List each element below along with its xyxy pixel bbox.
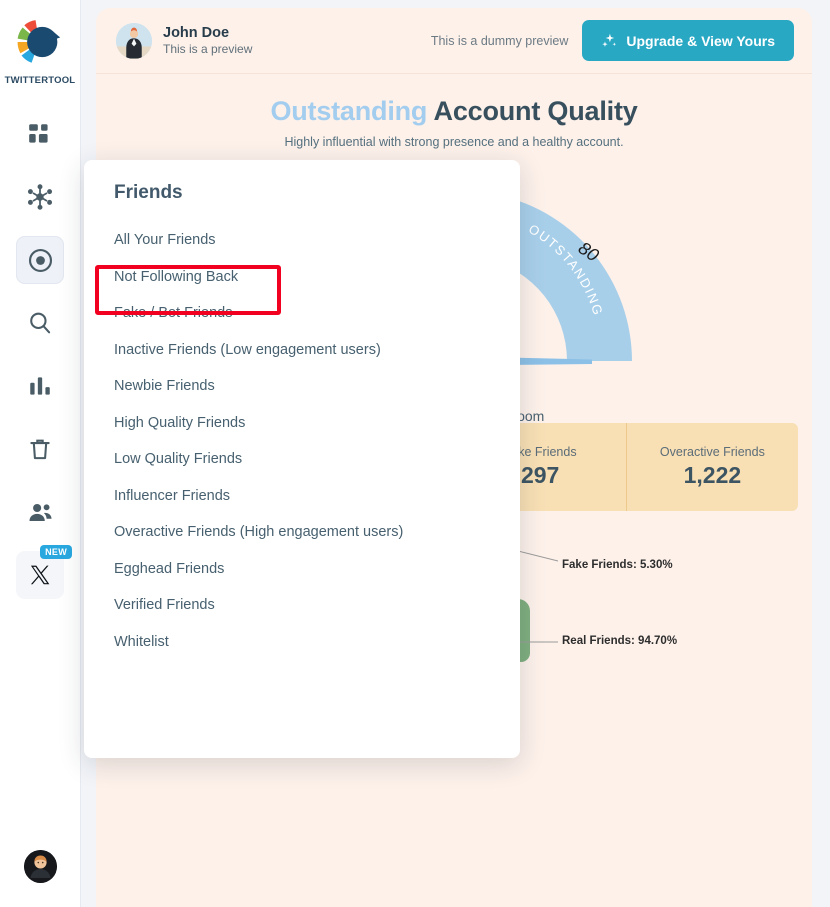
dropdown-item-influencer-friends[interactable]: Influencer Friends [114,478,520,515]
stat-label: Overactive Friends [659,445,765,459]
upgrade-and-view-yours-button[interactable]: Upgrade & View Yours [582,20,794,61]
stat-value: 297 [520,462,560,488]
network-nodes-icon [27,184,53,210]
preview-header: John Doe This is a preview This is a dum… [96,8,812,74]
dropdown-item-high-quality-friends[interactable]: High Quality Friends [114,405,520,442]
preview-avatar-image [116,22,152,59]
sidebar-item-account-quality[interactable] [16,236,64,284]
friends-dropdown-panel: Friends All Your Friends Not Following B… [84,160,520,758]
dropdown-item-verified-friends[interactable]: Verified Friends [114,587,520,624]
sparkles-icon [602,33,617,47]
dropdown-item-inactive-friends[interactable]: Inactive Friends (Low engagement users) [114,332,520,369]
page-subtitle: Highly influential with strong presence … [284,135,624,149]
fake-friends-annotation: Fake Friends: 5.30% [562,559,673,571]
page-title: Outstanding Account Quality [96,96,812,127]
preview-user-meta: John Doe This is a preview [163,24,252,58]
dropdown-item-egghead-friends[interactable]: Egghead Friends [114,551,520,588]
page-title-rest: Account Quality [433,96,638,126]
real-friends-annotation: Real Friends: 94.70% [562,635,678,647]
brand[interactable]: TWITTERTOOL [5,14,76,86]
dropdown-item-whitelist[interactable]: Whitelist [114,624,520,661]
target-circle-icon [28,248,52,272]
new-badge: NEW [40,545,72,559]
hero-title-block: Outstanding Account Quality Highly influ… [96,74,812,149]
avatar-image [24,850,57,883]
dropdown-title: Friends [114,182,183,203]
stat-card-overactive-friends: Overactive Friends 1,222 [627,423,798,511]
preview-avatar [116,22,152,59]
sidebar-nav: NEW [0,110,80,614]
dropdown-item-low-quality-friends[interactable]: Low Quality Friends [114,441,520,478]
sidebar-item-dashboard[interactable] [16,110,64,158]
search-icon [30,312,51,334]
page-title-highlight: Outstanding [270,96,428,126]
sidebar-item-search[interactable] [16,299,64,347]
brand-name: TWITTERTOOL [4,75,76,86]
dropdown-item-not-following-back[interactable]: Not Following Back [114,259,520,296]
dropdown-item-newbie-friends[interactable]: Newbie Friends [114,368,520,405]
sidebar-item-network[interactable] [16,173,64,221]
sidebar-item-delete[interactable] [16,425,64,473]
preview-user-sub: This is a preview [163,41,253,56]
sidebar-item-users[interactable] [16,488,64,536]
dropdown-item-fake-bot-friends[interactable]: Fake / Bot Friends [114,295,520,332]
users-icon [28,503,52,521]
dropdown-item-all-your-friends[interactable]: All Your Friends [114,222,520,259]
dashboard-grid-icon [29,124,48,143]
trash-icon [30,439,50,460]
dummy-preview-note: This is a dummy preview [430,33,569,48]
bar-chart-icon [30,377,50,395]
sidebar-item-analytics[interactable] [16,362,64,410]
x-logo-icon [30,565,50,585]
upgrade-button-label: Upgrade & View Yours [626,32,775,49]
circleboom-logo-icon [17,20,61,63]
sidebar: TWITTERTOOL NEW [0,0,81,907]
app-root: TWITTERTOOL NEW John Doe This is a previ… [0,0,830,907]
user-avatar[interactable] [24,850,57,883]
preview-user-name: John Doe [163,24,230,41]
sidebar-item-x-twitter[interactable]: NEW [16,545,72,599]
stat-value: 1,222 [683,462,742,488]
dropdown-item-overactive-friends[interactable]: Overactive Friends (High engagement user… [114,514,520,551]
